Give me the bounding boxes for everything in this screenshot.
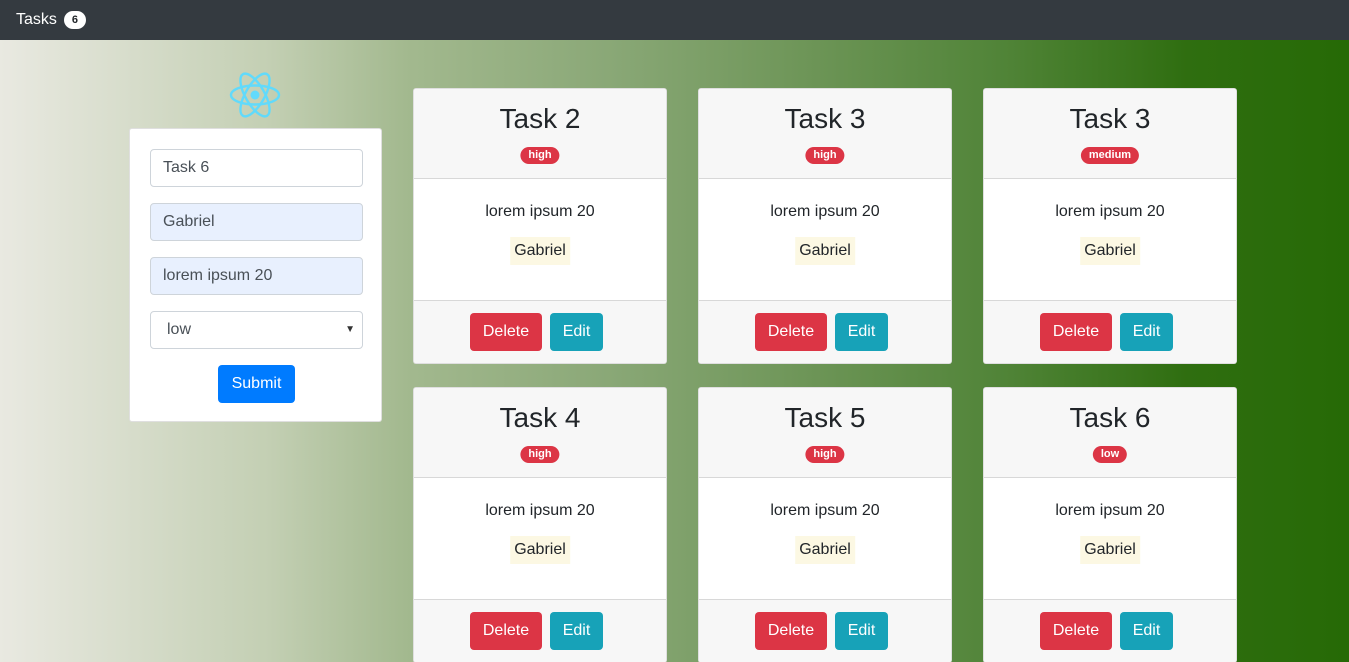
delete-button[interactable]: Delete [1040, 612, 1112, 650]
task-responsible: Gabriel [510, 536, 570, 564]
react-atom-icon [229, 72, 281, 118]
task-card-footer: Delete Edit [984, 300, 1236, 363]
task-card-body: lorem ipsum 20 Gabriel [699, 179, 951, 300]
task-card: Task 3 high lorem ipsum 20 Gabriel Delet… [698, 88, 952, 364]
task-count-badge: 6 [63, 11, 86, 29]
edit-button[interactable]: Edit [550, 313, 603, 351]
task-card-header: Task 2 high [414, 89, 666, 179]
edit-button[interactable]: Edit [1120, 612, 1173, 650]
task-form: Task 6 Gabriel lorem ipsum 20 low ▼ Subm… [129, 128, 382, 422]
priority-badge: high [520, 147, 560, 164]
task-card-footer: Delete Edit [414, 300, 666, 363]
edit-button[interactable]: Edit [835, 313, 888, 351]
task-card-footer: Delete Edit [414, 599, 666, 662]
task-card-body: lorem ipsum 20 Gabriel [984, 478, 1236, 599]
task-responsible: Gabriel [1080, 237, 1140, 265]
task-description: lorem ipsum 20 [1055, 203, 1165, 220]
edit-button[interactable]: Edit [835, 612, 888, 650]
task-card-header: Task 5 high [699, 388, 951, 478]
task-title: Task 4 [499, 402, 581, 433]
task-responsible: Gabriel [510, 237, 570, 265]
priority-badge: high [805, 446, 845, 463]
task-card-header: Task 3 high [699, 89, 951, 179]
task-title: Task 2 [499, 103, 581, 134]
description-input[interactable]: lorem ipsum 20 [150, 257, 363, 295]
task-description: lorem ipsum 20 [770, 203, 880, 220]
title-input[interactable]: Task 6 [150, 149, 363, 187]
task-title: Task 3 [1069, 103, 1151, 134]
priority-badge: low [1092, 446, 1128, 463]
priority-select[interactable]: low ▼ [150, 311, 363, 349]
delete-button[interactable]: Delete [755, 612, 827, 650]
task-card: Task 6 low lorem ipsum 20 Gabriel Delete… [983, 387, 1237, 662]
priority-badge: high [805, 147, 845, 164]
task-description: lorem ipsum 20 [485, 502, 595, 519]
navbar-brand[interactable]: Tasks [16, 11, 57, 29]
task-card-body: lorem ipsum 20 Gabriel [414, 478, 666, 599]
task-card-body: lorem ipsum 20 Gabriel [414, 179, 666, 300]
edit-button[interactable]: Edit [1120, 313, 1173, 351]
task-card-footer: Delete Edit [699, 300, 951, 363]
navbar: Tasks 6 [0, 0, 1349, 40]
delete-button[interactable]: Delete [470, 612, 542, 650]
delete-button[interactable]: Delete [1040, 313, 1112, 351]
task-responsible: Gabriel [795, 536, 855, 564]
task-description: lorem ipsum 20 [770, 502, 880, 519]
edit-button[interactable]: Edit [550, 612, 603, 650]
task-title: Task 5 [784, 402, 866, 433]
task-card-header: Task 3 medium [984, 89, 1236, 179]
task-card: Task 4 high lorem ipsum 20 Gabriel Delet… [413, 387, 667, 662]
submit-button[interactable]: Submit [218, 365, 295, 403]
task-card: Task 2 high lorem ipsum 20 Gabriel Delet… [413, 88, 667, 364]
task-card-footer: Delete Edit [699, 599, 951, 662]
task-card-body: lorem ipsum 20 Gabriel [984, 179, 1236, 300]
responsible-input[interactable]: Gabriel [150, 203, 363, 241]
task-description: lorem ipsum 20 [485, 203, 595, 220]
caret-down-icon: ▼ [345, 324, 355, 335]
task-title: Task 3 [784, 103, 866, 134]
task-card-header: Task 6 low [984, 388, 1236, 478]
delete-button[interactable]: Delete [470, 313, 542, 351]
task-title: Task 6 [1069, 402, 1151, 433]
priority-badge: medium [1080, 147, 1140, 164]
task-card-body: lorem ipsum 20 Gabriel [699, 478, 951, 599]
task-responsible: Gabriel [795, 237, 855, 265]
priority-badge: high [520, 446, 560, 463]
delete-button[interactable]: Delete [755, 313, 827, 351]
task-card-header: Task 4 high [414, 388, 666, 478]
priority-select-value: low [167, 321, 192, 338]
task-description: lorem ipsum 20 [1055, 502, 1165, 519]
task-card: Task 5 high lorem ipsum 20 Gabriel Delet… [698, 387, 952, 662]
task-responsible: Gabriel [1080, 536, 1140, 564]
task-card: Task 3 medium lorem ipsum 20 Gabriel Del… [983, 88, 1237, 364]
task-card-footer: Delete Edit [984, 599, 1236, 662]
